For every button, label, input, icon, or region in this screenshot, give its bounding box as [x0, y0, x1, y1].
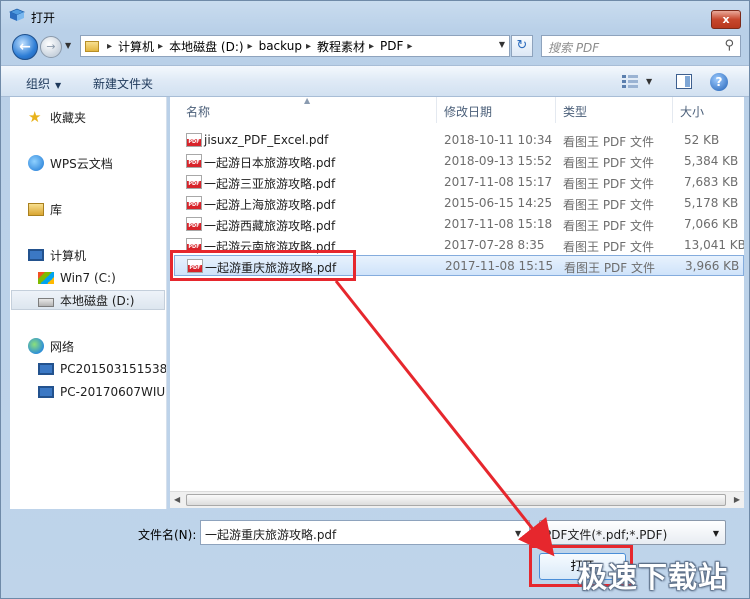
nav-drive-c[interactable]: Win7 (C:) — [38, 268, 116, 288]
open-file-dialog: 打开 x ← → ▼ ▸ 计算机 ▸ 本地磁盘 (D:) ▸ backup ▸ … — [0, 0, 750, 599]
scroll-left-icon[interactable]: ◀ — [174, 495, 180, 504]
network-computer-icon — [38, 363, 54, 375]
file-row[interactable]: 一起游日本旅游攻略.pdf 2018-09-13 15:52 看图王 PDF 文… — [174, 151, 744, 172]
nav-library[interactable]: 库 — [28, 199, 62, 219]
column-header-date[interactable]: 修改日期 — [444, 103, 492, 120]
column-header-type[interactable]: 类型 — [563, 103, 587, 120]
filename-label: 文件名(N): — [138, 528, 197, 542]
search-input[interactable]: 搜索 PDF ⚲ — [541, 35, 741, 57]
command-bar: 组织 ▼ 新建文件夹 ▼ ? — [1, 65, 749, 97]
filetype-select[interactable]: PDF文件(*.pdf;*.PDF) ▼ — [539, 520, 726, 545]
nav-drive-d[interactable]: 本地磁盘 (D:) — [11, 290, 165, 310]
file-row[interactable]: 一起游上海旅游攻略.pdf 2015-06-15 14:25 看图王 PDF 文… — [174, 193, 744, 214]
file-row[interactable]: 一起游西藏旅游攻略.pdf 2017-11-08 15:18 看图王 PDF 文… — [174, 214, 744, 235]
pdf-file-icon — [187, 259, 203, 273]
scroll-right-icon[interactable]: ▶ — [734, 495, 740, 504]
refresh-icon[interactable]: ↻ — [511, 35, 533, 57]
dialog-icon — [9, 8, 25, 21]
preview-pane-icon[interactable] — [676, 74, 692, 89]
chevron-down-icon: ▼ — [55, 81, 62, 90]
history-dropdown-icon[interactable]: ▼ — [65, 41, 71, 50]
hard-drive-icon — [38, 297, 54, 307]
title-bar[interactable]: 打开 x — [1, 1, 749, 31]
pdf-file-icon — [186, 154, 202, 168]
breadcrumb-computer[interactable]: 计算机 — [118, 38, 154, 55]
computer-icon — [28, 249, 44, 261]
close-button[interactable]: x — [711, 10, 741, 29]
library-icon — [28, 202, 44, 216]
nav-network[interactable]: 网络 — [28, 336, 74, 356]
sort-ascending-icon: ▲ — [304, 97, 311, 105]
forward-arrow-icon[interactable]: → — [40, 36, 62, 58]
star-icon: ★ — [28, 108, 42, 126]
pdf-file-icon — [186, 196, 202, 210]
nav-wps-cloud[interactable]: WPS云文档 — [28, 153, 113, 173]
network-icon — [28, 338, 44, 354]
pdf-file-icon — [186, 217, 202, 231]
column-header-size[interactable]: 大小 — [680, 103, 704, 120]
window-title: 打开 — [31, 11, 56, 25]
scrollbar-thumb[interactable] — [186, 494, 726, 506]
nav-favorites[interactable]: ★ 收藏夹 — [28, 107, 86, 127]
file-row[interactable]: 一起游云南旅游攻略.pdf 2017-07-28 8:35 看图王 PDF 文件… — [174, 235, 744, 256]
address-bar[interactable]: ▸ 计算机 ▸ 本地磁盘 (D:) ▸ backup ▸ 教程素材 ▸ PDF … — [80, 35, 510, 57]
pdf-file-icon — [186, 175, 202, 189]
pdf-file-icon — [186, 238, 202, 252]
wps-cloud-icon — [28, 155, 44, 171]
filename-dropdown-icon[interactable]: ▼ — [515, 529, 521, 538]
breadcrumb-pdf[interactable]: PDF — [380, 39, 403, 53]
navigation-pane: ★ 收藏夹 WPS云文档 库 计算机 Win7 (C:) 本地磁盘 (D:) 网… — [10, 97, 167, 509]
file-row-selected[interactable]: 一起游重庆旅游攻略.pdf 2017-11-08 15:15 看图王 PDF 文… — [174, 255, 744, 276]
breadcrumb-backup[interactable]: backup — [259, 39, 302, 53]
nav-computer[interactable]: 计算机 — [28, 245, 86, 265]
nav-pc1[interactable]: PC201503151538 — [38, 359, 166, 379]
filename-input[interactable]: 一起游重庆旅游攻略.pdf — [200, 520, 530, 545]
file-list: ▲ 名称 修改日期 类型 大小 jisuxz_PDF_Excel.pdf 201… — [170, 97, 744, 491]
network-computer-icon — [38, 386, 54, 398]
file-row[interactable]: 一起游三亚旅游攻略.pdf 2017-11-08 15:17 看图王 PDF 文… — [174, 172, 744, 193]
organize-button[interactable]: 组织 ▼ — [26, 75, 61, 92]
view-dropdown-icon[interactable]: ▼ — [646, 77, 652, 86]
pdf-file-icon — [186, 133, 202, 147]
view-options-icon[interactable] — [622, 75, 638, 88]
new-folder-button[interactable]: 新建文件夹 — [93, 75, 153, 92]
breadcrumb-drive-d[interactable]: 本地磁盘 (D:) — [169, 38, 243, 55]
folder-icon — [85, 40, 99, 52]
file-row[interactable]: jisuxz_PDF_Excel.pdf 2018-10-11 10:34 看图… — [174, 130, 744, 151]
column-header-name[interactable]: 名称 — [186, 103, 210, 120]
search-placeholder: 搜索 PDF — [548, 41, 600, 55]
windows-drive-icon — [38, 272, 54, 284]
breadcrumb-tutorial[interactable]: 教程素材 — [317, 38, 365, 55]
horizontal-scrollbar[interactable]: ◀ ▶ — [170, 491, 744, 508]
chevron-down-icon: ▼ — [712, 529, 719, 538]
back-arrow-icon[interactable]: ← — [12, 34, 38, 60]
nav-pc2[interactable]: PC-20170607WIUN — [38, 382, 166, 402]
help-icon[interactable]: ? — [710, 73, 728, 91]
search-icon[interactable]: ⚲ — [724, 38, 734, 53]
address-dropdown-icon[interactable]: ▼ — [499, 40, 505, 49]
watermark-text: 极速下载站 — [578, 560, 729, 594]
